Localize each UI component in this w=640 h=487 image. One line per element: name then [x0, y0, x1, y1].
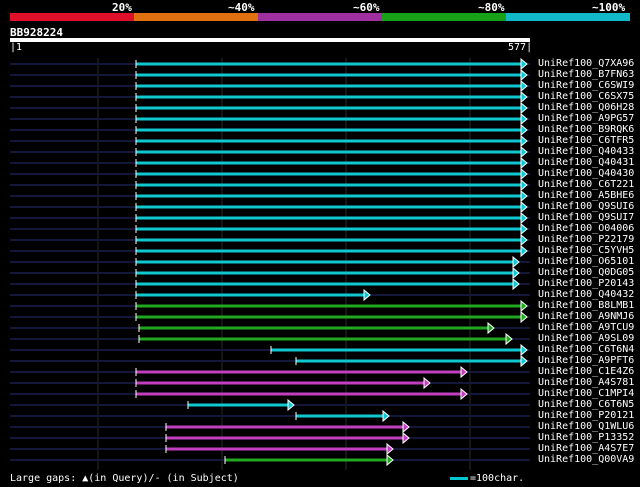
- hit-arrow-head: [386, 442, 394, 456]
- hit-label[interactable]: UniRef100_C6TFR5: [538, 135, 634, 146]
- hit-label[interactable]: UniRef100_A4S7E7: [538, 443, 634, 454]
- hit-label[interactable]: UniRef100_C1MPI4: [538, 388, 634, 399]
- hit-arrow-head: [520, 145, 528, 159]
- hit-label[interactable]: UniRef100_A9NMJ6: [538, 311, 634, 322]
- hit-label[interactable]: UniRef100_B7FN63: [538, 69, 634, 80]
- hit-label[interactable]: UniRef100_B8LMB1: [538, 300, 634, 311]
- hit-arrow-head: [520, 233, 528, 247]
- hit-arrow-head: [460, 387, 468, 401]
- hit-arrow-head: [520, 244, 528, 258]
- hit-label[interactable]: UniRef100_A5BHE6: [538, 190, 634, 201]
- hit-label[interactable]: UniRef100_Q40430: [538, 168, 634, 179]
- hit-arrow-head: [512, 255, 520, 269]
- hit-label[interactable]: UniRef100_O04006: [538, 223, 634, 234]
- hit-arrow-head: [520, 299, 528, 313]
- hit-arrow-head: [386, 453, 394, 467]
- hit-label[interactable]: UniRef100_P22179: [538, 234, 634, 245]
- hit-label[interactable]: UniRef100_C6T6N5: [538, 399, 634, 410]
- hit-arrow-head: [520, 343, 528, 357]
- hit-arrow-head: [520, 200, 528, 214]
- scale-text: =100char.: [470, 473, 525, 484]
- hit-arrow-head: [520, 178, 528, 192]
- hit-arrow-head: [382, 409, 390, 423]
- hit-arrow-head: [520, 156, 528, 170]
- hit-arrow-head: [363, 288, 371, 302]
- hit-label[interactable]: UniRef100_Q00VA9: [538, 454, 634, 465]
- hit-arrow-head: [423, 376, 431, 390]
- hit-label[interactable]: UniRef100_C6SWI9: [538, 80, 634, 91]
- hit-label[interactable]: UniRef100_Q9SUI7: [538, 212, 634, 223]
- scale-bar: [450, 476, 468, 480]
- hit-arrow-head: [520, 134, 528, 148]
- hit-label[interactable]: UniRef100_A9TCU9: [538, 322, 634, 333]
- hit-label[interactable]: UniRef100_O65101: [538, 256, 634, 267]
- hit-arrow-head: [520, 57, 528, 71]
- hit-label[interactable]: UniRef100_Q06H28: [538, 102, 634, 113]
- hit-label[interactable]: UniRef100_A9PG57: [538, 113, 634, 124]
- scale-legend: =100char.: [450, 473, 524, 484]
- hit-arrow-head: [512, 277, 520, 291]
- hit-arrow-head: [402, 431, 410, 445]
- hit-label[interactable]: UniRef100_A9SL09: [538, 333, 634, 344]
- hit-arrow-head: [520, 310, 528, 324]
- hit-label[interactable]: UniRef100_Q7XA96: [538, 58, 634, 69]
- hit-label[interactable]: UniRef100_A4S781: [538, 377, 634, 388]
- hit-label[interactable]: UniRef100_C6SX75: [538, 91, 634, 102]
- gaps-legend: Large gaps: ▲(in Query)/- (in Subject): [10, 473, 239, 484]
- hit-arrow-head: [402, 420, 410, 434]
- hit-label[interactable]: UniRef100_Q9SUI6: [538, 201, 634, 212]
- hit-label[interactable]: UniRef100_P20121: [538, 410, 634, 421]
- hit-label[interactable]: UniRef100_C1E4Z6: [538, 366, 634, 377]
- hit-label[interactable]: UniRef100_C5YVH5: [538, 245, 634, 256]
- hit-label[interactable]: UniRef100_P20143: [538, 278, 634, 289]
- hit-label[interactable]: UniRef100_B9RQK6: [538, 124, 634, 135]
- hit-label[interactable]: UniRef100_Q0DG05: [538, 267, 634, 278]
- hit-arrow-head: [520, 123, 528, 137]
- hit-arrow-head: [512, 266, 520, 280]
- hit-arrow-head: [505, 332, 513, 346]
- hit-label[interactable]: UniRef100_A9PFT6: [538, 355, 634, 366]
- hit-arrow-head: [520, 90, 528, 104]
- hit-arrow-head: [520, 189, 528, 203]
- hit-label[interactable]: UniRef100_Q40433: [538, 146, 634, 157]
- hit-label[interactable]: UniRef100_Q40431: [538, 157, 634, 168]
- hit-arrow-head: [287, 398, 295, 412]
- hit-arrow-head: [520, 167, 528, 181]
- hit-label[interactable]: UniRef100_P13352: [538, 432, 634, 443]
- hit-arrow-head: [520, 112, 528, 126]
- hit-arrow-head: [520, 68, 528, 82]
- hit-label[interactable]: UniRef100_Q40432: [538, 289, 634, 300]
- hit-arrow-head: [520, 79, 528, 93]
- hit-label[interactable]: UniRef100_C6T221: [538, 179, 634, 190]
- hit-arrow-head: [487, 321, 495, 335]
- hit-arrow-head: [460, 365, 468, 379]
- hit-arrow-head: [520, 354, 528, 368]
- hit-label[interactable]: UniRef100_C6T6N4: [538, 344, 634, 355]
- hit-arrow-head: [520, 101, 528, 115]
- hit-arrow-head: [520, 222, 528, 236]
- hit-label[interactable]: UniRef100_Q1WLU6: [538, 421, 634, 432]
- hit-arrow-head: [520, 211, 528, 225]
